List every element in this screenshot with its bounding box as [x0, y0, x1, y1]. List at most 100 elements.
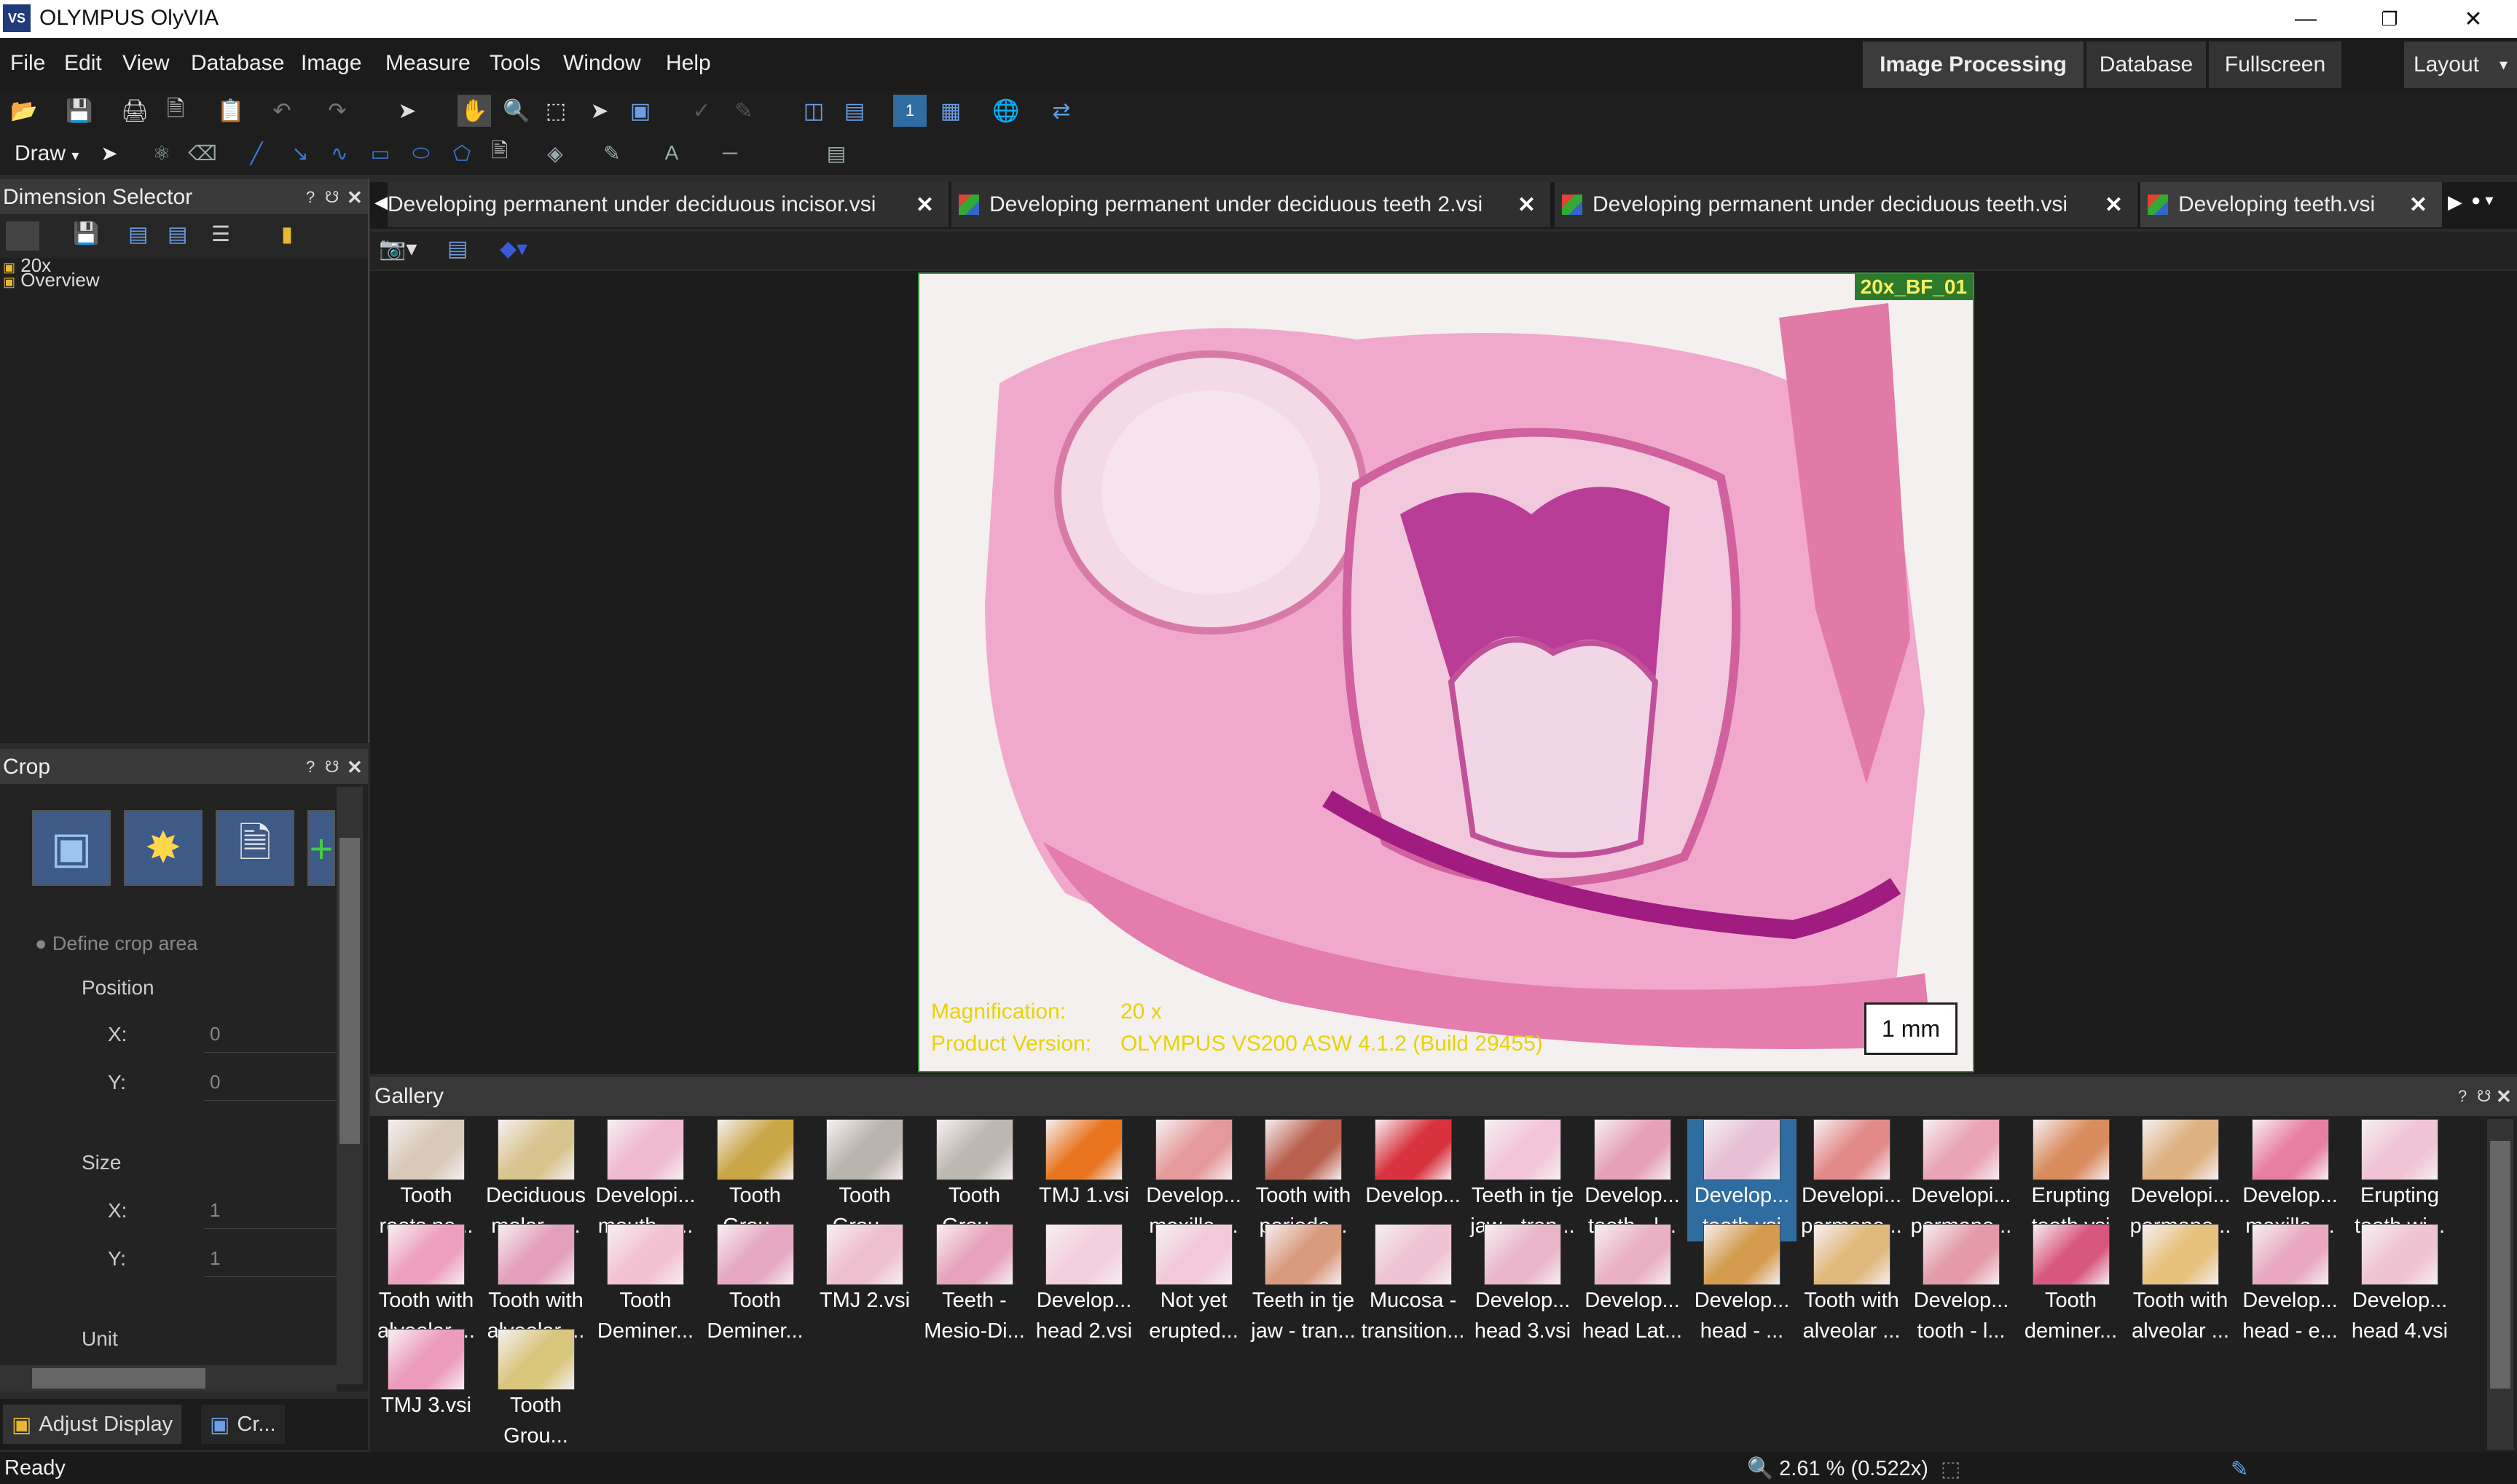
gallery-item[interactable]: Develop...maxilla ... — [2236, 1119, 2345, 1241]
line-style-icon[interactable]: ─ — [714, 137, 746, 169]
single-view-icon[interactable]: 1 — [893, 95, 927, 127]
database-button[interactable]: Database — [2086, 42, 2206, 88]
arrow-icon[interactable]: ↘ — [284, 137, 316, 169]
export-dimension-icon[interactable]: 💾 — [73, 221, 99, 246]
globe-icon[interactable]: 🌐 — [989, 95, 1023, 127]
tissue-slide-image[interactable]: 20x_BF_01 Magnification: 20 x Product Ve… — [918, 272, 1974, 1072]
pin-icon[interactable]: ☋ — [2477, 1087, 2492, 1106]
close-icon[interactable]: ✕ — [2409, 192, 2427, 218]
position-y-field[interactable]: 0 — [204, 1064, 341, 1101]
close-icon[interactable]: ✕ — [2433, 0, 2513, 38]
gallery-item[interactable]: ToothGrou... — [810, 1119, 919, 1241]
close-icon[interactable]: ✕ — [2105, 192, 2123, 218]
gallery-item[interactable]: Deciduousmolar - ... — [482, 1119, 591, 1241]
snapshot-icon[interactable]: 📷▾ — [379, 236, 417, 262]
gallery-item[interactable]: Develop...teeth.vsi — [1687, 1119, 1797, 1241]
tab-developing-teeth[interactable]: Developing teeth.vsi ✕ — [2140, 182, 2442, 227]
gallery-item[interactable]: Tooth withperiodo... — [1249, 1119, 1358, 1241]
rectangle-icon[interactable]: ▭ — [364, 137, 396, 169]
menu-view[interactable]: View — [122, 51, 169, 76]
pointer-icon[interactable]: ➤ — [583, 95, 616, 127]
gallery-item[interactable]: Tooth withalveolar ... — [482, 1224, 591, 1346]
draw-dropdown[interactable]: Draw ▾ — [15, 141, 79, 166]
gallery-item[interactable]: Teeth - Mesio-Di... — [920, 1224, 1029, 1346]
gallery-item[interactable]: Develop...tooth - l... — [1907, 1224, 2016, 1346]
tab-list-icon[interactable]: ● ▾ — [2471, 191, 2493, 210]
gallery-scrollbar[interactable] — [2487, 1119, 2513, 1450]
layer-add-icon[interactable]: ▤ — [128, 221, 148, 247]
gallery-item[interactable]: Tooth withalveolar ... — [1797, 1224, 1907, 1346]
menu-window[interactable]: Window — [563, 51, 641, 76]
gallery-item[interactable]: Mucosa - transition... — [1359, 1224, 1468, 1346]
gallery-item[interactable]: Eruptingtooth.vsi — [2017, 1119, 2126, 1241]
gallery-item[interactable]: Develop...maxilla ... — [1139, 1119, 1249, 1241]
grid-view-icon[interactable]: ▦ — [934, 95, 967, 127]
menu-edit[interactable]: Edit — [64, 51, 102, 76]
undo-icon[interactable]: ↶ — [265, 95, 299, 127]
gallery-item[interactable]: Develop...tooth - l... — [1578, 1119, 1687, 1241]
define-crop-area-option[interactable]: ● Define crop area — [35, 933, 197, 955]
select-help-icon[interactable]: ➤ — [390, 95, 424, 127]
minimize-icon[interactable]: — — [2266, 0, 2346, 38]
polyline-icon[interactable]: ∿ — [323, 137, 356, 169]
gallery-item[interactable]: Develop... — [1359, 1119, 1468, 1211]
view-mode-icon[interactable] — [6, 221, 39, 251]
zoom-icon[interactable]: 🔍 — [500, 95, 533, 127]
image-processing-button[interactable]: Image Processing — [1863, 42, 2084, 88]
menu-help[interactable]: Help — [666, 51, 711, 76]
layers-icon[interactable]: ☰ — [211, 221, 230, 247]
gallery-item[interactable]: Teeth in tjejaw - tran... — [1468, 1119, 1577, 1241]
layer-list-icon[interactable]: ▤ — [168, 221, 187, 247]
crop-tool-icon[interactable]: ▣ — [32, 810, 111, 886]
gallery-item[interactable]: Developi...permane... — [1797, 1119, 1907, 1241]
scroll-thumb[interactable] — [32, 1368, 205, 1389]
tree-item-overview[interactable]: ▣ Overview — [3, 270, 100, 289]
gallery-item[interactable]: Develop... head - e... — [2236, 1224, 2345, 1346]
tile-horizontal-icon[interactable]: ▤ — [838, 95, 871, 127]
export-icon[interactable]: 📋 — [214, 95, 248, 127]
help-icon[interactable]: ? — [2458, 1087, 2467, 1106]
gallery-item[interactable]: TMJ 1.vsi — [1029, 1119, 1139, 1211]
close-icon[interactable]: ✕ — [1517, 192, 1536, 218]
menu-measure[interactable]: Measure — [385, 51, 471, 76]
pin-icon[interactable]: ☋ — [325, 188, 339, 207]
polygon-icon[interactable]: ⬠ — [446, 137, 478, 169]
ellipse-icon[interactable]: ⬭ — [405, 137, 437, 169]
color-channels-icon[interactable]: ▮ — [281, 221, 293, 247]
gallery-item[interactable]: Toothroots ne... — [372, 1119, 481, 1241]
menu-tools[interactable]: Tools — [490, 51, 541, 76]
fullscreen-button[interactable]: Fullscreen — [2209, 42, 2341, 88]
gallery-item[interactable]: ToothGrou... — [701, 1119, 810, 1241]
tab-developing-teeth-2[interactable]: Developing permanent under deciduous tee… — [951, 182, 1550, 227]
fill-color-icon[interactable]: ◈ — [539, 137, 571, 169]
sync-icon[interactable]: ⇄ — [1045, 95, 1078, 127]
zoom-region-icon[interactable]: ⬚ — [539, 95, 573, 127]
crop-document-icon[interactable]: 🗎 — [216, 810, 294, 886]
more-tools-icon[interactable]: ▤ — [820, 137, 852, 169]
gallery-item[interactable]: Teeth in tjejaw - tran... — [1249, 1224, 1358, 1346]
crop-tab[interactable]: ▣ Cr... — [201, 1405, 285, 1444]
gallery-item[interactable]: Eruptingtooth wi... — [2345, 1119, 2454, 1241]
disabled-tool-icon[interactable]: ✎ — [727, 95, 761, 127]
eraser-icon[interactable]: ⌫ — [186, 137, 219, 169]
crop-add-icon[interactable]: + — [307, 810, 335, 886]
menu-file[interactable]: File — [10, 51, 45, 76]
size-x-field[interactable]: 1 — [204, 1192, 341, 1229]
help-icon[interactable]: ? — [306, 758, 315, 777]
crop-auto-icon[interactable]: ✸ — [124, 810, 203, 886]
close-icon[interactable]: ✕ — [347, 187, 363, 209]
gallery-item[interactable]: Not yet erupted... — [1139, 1224, 1249, 1346]
gallery-item[interactable]: Develop... head - ... — [1687, 1224, 1797, 1346]
size-y-field[interactable]: 1 — [204, 1240, 341, 1277]
pin-icon[interactable]: ☋ — [325, 758, 339, 777]
layout-button[interactable]: Layout ▾ — [2404, 42, 2517, 88]
check-icon[interactable]: ✓ — [685, 95, 718, 127]
open-folder-icon[interactable]: 📂 — [7, 95, 41, 127]
line-icon[interactable]: ╱ — [240, 137, 272, 169]
close-icon[interactable]: ✕ — [347, 756, 363, 779]
redo-icon[interactable]: ↷ — [321, 95, 354, 127]
menu-database[interactable]: Database — [191, 51, 284, 76]
print-preview-icon[interactable]: 🗎 — [159, 95, 192, 127]
gallery-item[interactable]: ToothGrou... — [920, 1119, 1029, 1241]
tab-scroll-right-icon[interactable]: ▶ — [2448, 191, 2462, 213]
